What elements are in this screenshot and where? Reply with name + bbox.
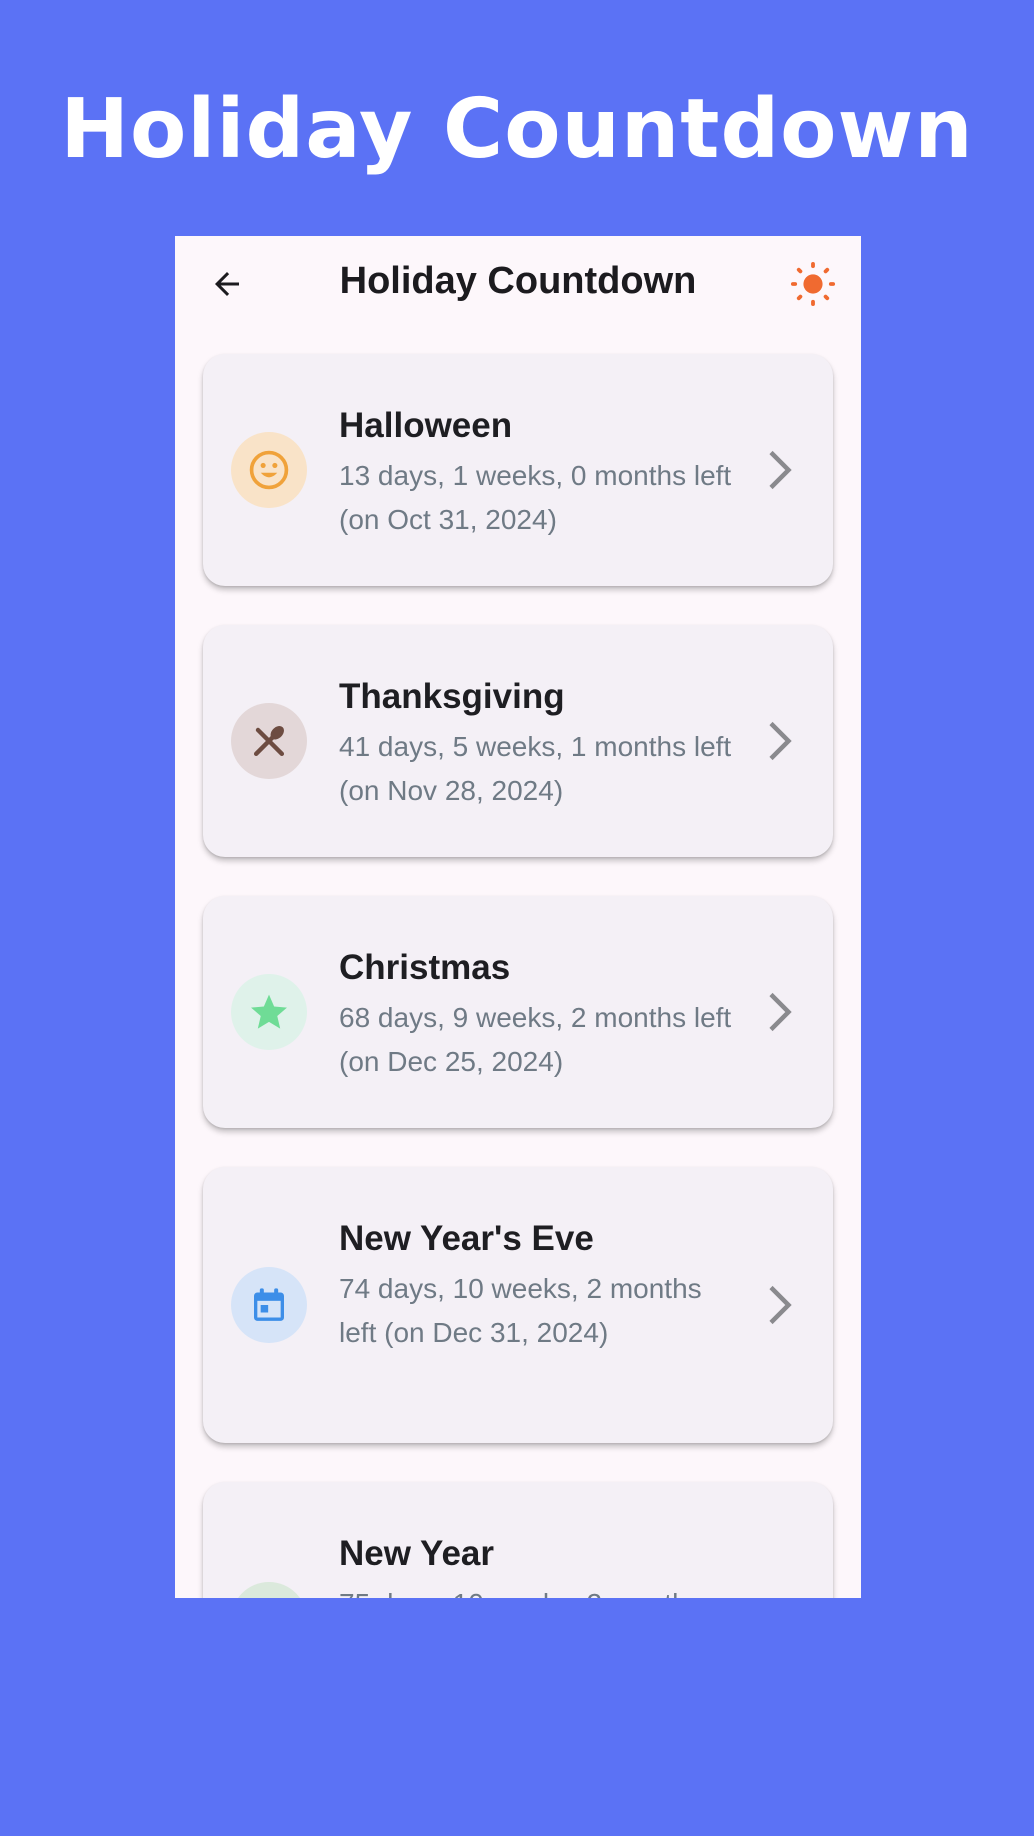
chevron-right-icon xyxy=(763,719,799,763)
utensils-icon xyxy=(253,726,285,757)
holiday-name: New Year xyxy=(339,1534,495,1573)
sun-icon xyxy=(790,261,836,307)
chevron-right-icon xyxy=(763,1283,799,1327)
holiday-countdown: 74 days, 10 weeks, 2 months left (on Dec… xyxy=(339,1273,702,1348)
app-bar: Holiday Countdown xyxy=(175,236,861,330)
theme-toggle-button[interactable] xyxy=(789,260,837,308)
app-screen: Holiday Countdown Halloween 13 days, 1 w… xyxy=(175,236,861,1598)
holiday-icon-badge xyxy=(231,974,307,1050)
holiday-countdown: 68 days, 9 weeks, 2 months left (on Dec … xyxy=(339,1002,732,1077)
promo-title: Holiday Countdown xyxy=(60,82,974,177)
holiday-card-christmas[interactable]: Christmas 68 days, 9 weeks, 2 months lef… xyxy=(203,896,833,1128)
chevron-right-icon xyxy=(763,448,799,492)
holiday-countdown: 13 days, 1 weeks, 0 months left (on Oct … xyxy=(339,460,732,535)
holiday-icon-badge xyxy=(231,1267,307,1343)
holiday-name: Halloween xyxy=(339,406,513,445)
smiley-icon xyxy=(249,450,289,490)
holiday-icon-badge xyxy=(231,703,307,779)
calendar-icon xyxy=(254,1288,284,1321)
holiday-icon-badge xyxy=(231,432,307,508)
holiday-countdown: 75 days, 10 weeks, 2 months left xyxy=(339,1582,739,1598)
holiday-icon-badge xyxy=(231,1582,307,1598)
app-bar-title: Holiday Countdown xyxy=(339,260,697,302)
holiday-card-halloween[interactable]: Halloween 13 days, 1 weeks, 0 months lef… xyxy=(203,354,833,586)
holiday-card-thanksgiving[interactable]: Thanksgiving 41 days, 5 weeks, 1 months … xyxy=(203,625,833,857)
holiday-countdown: 41 days, 5 weeks, 1 months left (on Nov … xyxy=(339,731,732,806)
chevron-right-icon xyxy=(763,990,799,1034)
holiday-card-new-years-eve[interactable]: New Year's Eve 74 days, 10 weeks, 2 mont… xyxy=(203,1167,833,1443)
holiday-card-new-year[interactable]: New Year 75 days, 10 weeks, 2 months lef… xyxy=(203,1482,833,1598)
holiday-name: Christmas xyxy=(339,948,511,987)
holiday-name: Thanksgiving xyxy=(339,677,565,716)
holiday-name: New Year's Eve xyxy=(339,1219,594,1258)
star-icon xyxy=(251,994,287,1029)
